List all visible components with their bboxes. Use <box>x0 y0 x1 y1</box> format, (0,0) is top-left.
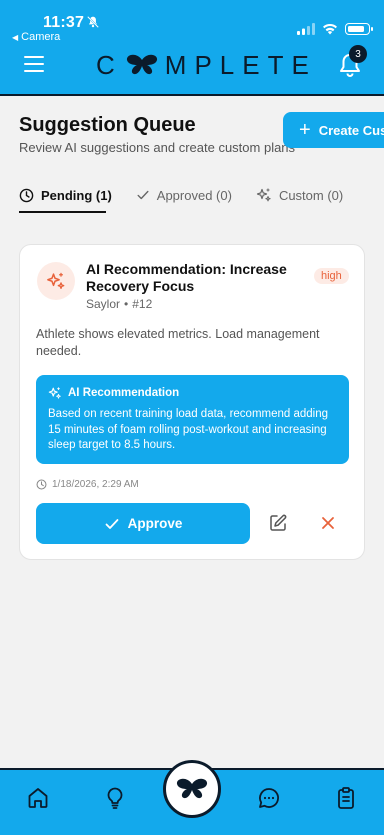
center-butterfly-button[interactable] <box>163 760 221 818</box>
approve-button[interactable]: Approve <box>36 503 250 544</box>
status-time: 11:37 <box>43 14 85 31</box>
logo-letter-c: C <box>96 49 123 80</box>
tab-custom-label: Custom (0) <box>278 187 344 203</box>
app-header: 11:37 ◀ Camera C MPLETE 3 <box>0 0 384 96</box>
tab-pending-label: Pending (1) <box>41 187 112 203</box>
check-icon <box>137 190 149 200</box>
ai-heading-label: AI Recommendation <box>68 387 180 399</box>
bell-off-icon <box>87 16 99 28</box>
meta-separator: • <box>124 297 129 311</box>
tab-pending[interactable]: Pending (1) <box>19 184 112 206</box>
priority-badge: high <box>314 268 349 284</box>
active-tab-indicator <box>19 211 106 213</box>
page-title: Suggestion Queue <box>19 114 196 136</box>
plus-icon: + <box>299 119 311 141</box>
close-icon[interactable] <box>319 514 337 532</box>
athlete-name: Saylor <box>86 297 121 311</box>
ai-recommendation-heading: AI Recommendation <box>48 386 179 400</box>
timestamp-text: 1/18/2026, 2:29 AM <box>52 479 139 490</box>
suggestion-timestamp: 1/18/2026, 2:29 AM <box>36 479 139 490</box>
clock-icon <box>19 188 34 202</box>
logo-butterfly-icon <box>126 54 157 75</box>
approve-label: Approve <box>127 516 183 531</box>
back-arrow-icon: ◀ <box>12 32 19 42</box>
status-tabs: Pending (1) Approved (0) Custom (0) <box>19 184 343 214</box>
ai-recommendation-box: AI Recommendation Based on recent traini… <box>36 375 349 464</box>
create-custom-plan-button[interactable]: + Create Cus <box>283 112 384 148</box>
notification-badge: 3 <box>349 45 367 63</box>
back-label: Camera <box>21 31 61 43</box>
sparkles-icon <box>47 272 65 289</box>
status-icons <box>297 23 373 35</box>
ai-recommendation-text: Based on recent training load data, reco… <box>48 408 329 451</box>
create-button-label: Create Cus <box>318 122 384 138</box>
signal-icon <box>297 23 315 35</box>
sparkles-icon <box>48 387 61 399</box>
suggestion-description: Athlete shows elevated metrics. Load man… <box>36 327 320 358</box>
tab-approved[interactable]: Approved (0) <box>136 184 232 206</box>
home-icon[interactable] <box>26 786 50 810</box>
app-logo: C MPLETE <box>96 49 317 80</box>
battery-icon <box>345 23 373 35</box>
lightbulb-icon[interactable] <box>103 786 127 810</box>
tab-custom[interactable]: Custom (0) <box>256 184 343 206</box>
sparkles-icon <box>256 188 271 202</box>
suggestion-avatar <box>37 262 75 300</box>
clipboard-icon[interactable] <box>334 786 358 810</box>
suggestion-title: AI Recommendation: Increase Recovery Foc… <box>86 261 287 294</box>
suggestion-card: AI Recommendation: Increase Recovery Foc… <box>19 244 365 560</box>
hamburger-menu-icon[interactable] <box>24 54 46 74</box>
butterfly-icon <box>176 778 208 799</box>
suggestion-meta: Saylor • #12 <box>86 297 152 311</box>
wifi-icon <box>323 23 337 35</box>
chat-icon[interactable] <box>257 786 281 810</box>
edit-icon[interactable] <box>268 513 288 533</box>
check-icon <box>105 518 119 529</box>
back-to-camera-link[interactable]: ◀ Camera <box>12 31 60 43</box>
page-subtitle: Review AI suggestions and create custom … <box>19 140 296 155</box>
tab-approved-label: Approved (0) <box>156 187 232 203</box>
logo-letters: MPLETE <box>164 49 317 80</box>
athlete-number: #12 <box>132 297 153 311</box>
clock-icon <box>36 479 47 490</box>
